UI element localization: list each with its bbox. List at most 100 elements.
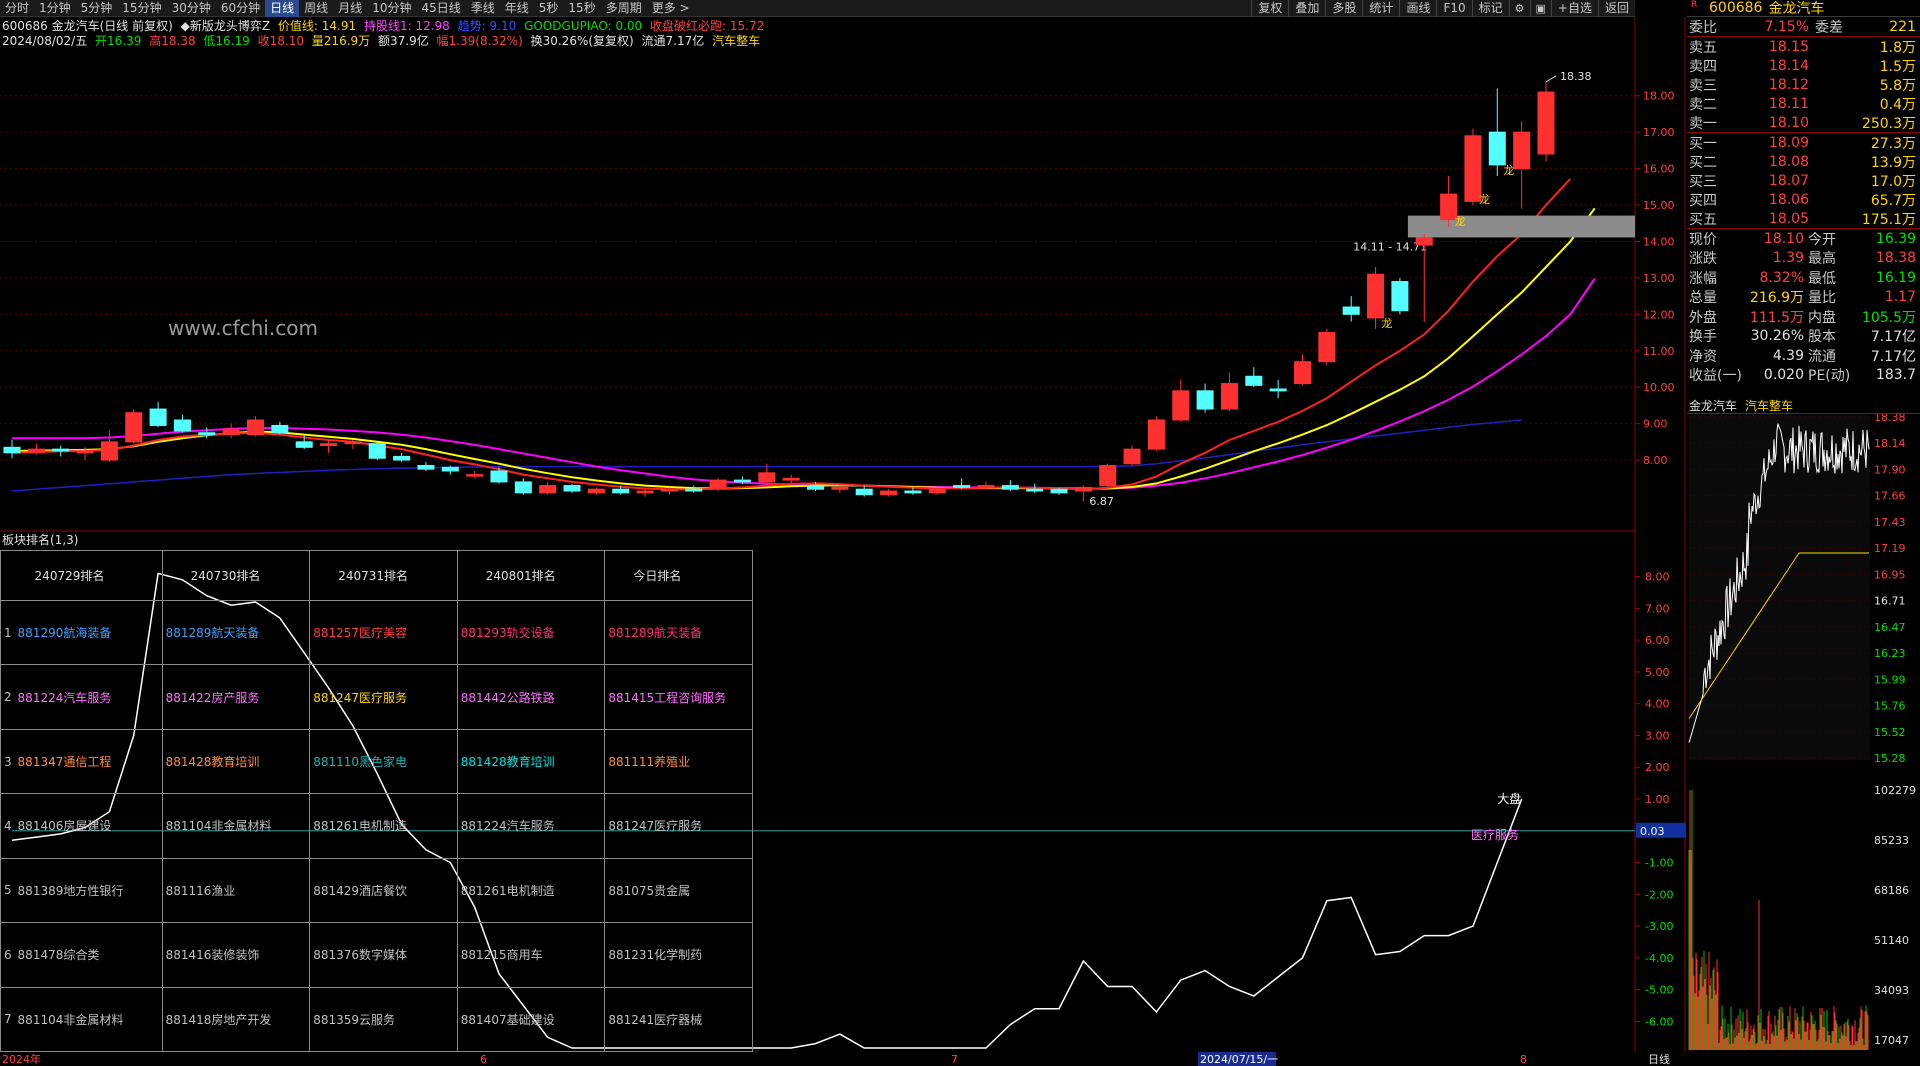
candle[interactable] — [222, 423, 240, 439]
sector-cell[interactable]: 881428教育培训 — [456, 728, 606, 795]
sector-cell[interactable]: 881261电机制造 — [309, 793, 458, 859]
sector-cell[interactable]: 881422房产服务 — [161, 664, 311, 730]
sector-cell[interactable]: 881104非金属材料 — [161, 793, 311, 859]
bid-row[interactable]: 买三 18.07 17.0万 — [1687, 171, 1920, 190]
candle[interactable] — [368, 441, 386, 461]
candle[interactable] — [1099, 463, 1117, 488]
sector-cell[interactable]: 881257医疗美容 — [309, 599, 458, 666]
candle[interactable] — [3, 440, 21, 459]
sector-cell[interactable]: 881359云服务 — [309, 986, 458, 1053]
sector-cell[interactable]: 881075贵金属 — [604, 857, 753, 924]
tool-button[interactable]: 统计 — [1362, 0, 1399, 17]
candle[interactable] — [1318, 328, 1336, 366]
sector-cell[interactable]: 881261电机制造 — [456, 857, 606, 924]
candle[interactable] — [100, 430, 118, 462]
candle[interactable] — [246, 416, 264, 437]
period-tab[interactable]: 15秒 — [563, 0, 600, 17]
period-tab[interactable]: 周线 — [299, 0, 333, 17]
ask-row[interactable]: 卖一 18.10 250.3万 — [1687, 113, 1920, 132]
period-tab[interactable]: 5分钟 — [76, 0, 118, 17]
candle[interactable] — [1513, 121, 1531, 209]
add-watchlist-button[interactable]: +自选 — [1550, 0, 1598, 17]
sector-cell[interactable]: 881215商用车 — [456, 922, 606, 988]
candle[interactable] — [636, 489, 654, 497]
sector-cell[interactable]: 881442公路铁路 — [456, 664, 606, 730]
candle[interactable] — [173, 414, 191, 433]
period-tab[interactable]: 年线 — [500, 0, 534, 17]
sector-cell[interactable]: 881416装修装饰 — [161, 922, 311, 988]
candle[interactable] — [831, 485, 849, 493]
period-tab[interactable]: 10分钟 — [367, 0, 416, 17]
tool-button[interactable]: 叠加 — [1288, 0, 1325, 17]
candle[interactable] — [1172, 379, 1190, 422]
sector-cell[interactable]: 881116渔业 — [161, 857, 311, 924]
period-tab[interactable]: 多周期 — [601, 0, 647, 17]
candle[interactable] — [393, 452, 411, 462]
tool-button[interactable]: 标记 — [1471, 0, 1509, 17]
ask-row[interactable]: 卖四 18.14 1.5万 — [1687, 56, 1920, 75]
mini-sector-name[interactable]: 汽车整车 — [1745, 397, 1793, 413]
tool-button[interactable]: 画线 — [1399, 0, 1436, 17]
candle[interactable] — [1001, 480, 1019, 492]
sector-cell[interactable]: 881418房地产开发 — [161, 986, 311, 1053]
sector-cell[interactable]: 881376数字媒体 — [309, 922, 458, 988]
period-tab[interactable]: 分时 — [0, 0, 34, 17]
sector-cell[interactable]: 881415工程咨询服务 — [604, 664, 753, 730]
sector-cell[interactable]: 881111养殖业 — [604, 728, 753, 795]
sector-cell[interactable]: 881428教育培训 — [161, 728, 311, 795]
candle[interactable] — [417, 461, 435, 471]
gear-icon[interactable]: ⚙ — [1508, 0, 1530, 17]
candle[interactable] — [1123, 445, 1141, 466]
sector-cell[interactable]: 881389地方性银行 — [14, 857, 163, 924]
bid-row[interactable]: 买二 18.08 13.9万 — [1687, 152, 1920, 171]
sector-cell[interactable]: 881104非金属材料 — [14, 986, 163, 1053]
candle[interactable] — [539, 481, 557, 495]
period-tab[interactable]: 日线 — [265, 0, 300, 17]
ask-row[interactable]: 卖五 18.15 1.8万 — [1687, 37, 1920, 56]
period-tab[interactable]: 30分钟 — [167, 0, 216, 17]
candle[interactable] — [1245, 367, 1263, 388]
candle[interactable] — [782, 474, 800, 484]
candle[interactable] — [1391, 277, 1409, 315]
candle[interactable] — [320, 440, 338, 453]
period-tab[interactable]: 5秒 — [534, 0, 564, 17]
sector-cell[interactable]: 881347通信工程 — [14, 728, 163, 795]
sector-cell[interactable]: 881429酒店餐饮 — [309, 857, 458, 924]
candle[interactable] — [709, 478, 727, 492]
sector-cell[interactable]: 881110黑色家电 — [309, 728, 458, 795]
sector-cell[interactable]: 881478综合类 — [14, 922, 163, 988]
candle[interactable] — [514, 478, 532, 495]
period-tab[interactable]: 45日线 — [416, 0, 465, 17]
candle[interactable] — [1342, 296, 1360, 322]
sector-cell[interactable]: 881407基础建设 — [456, 986, 606, 1053]
candle[interactable] — [52, 445, 70, 457]
sector-cell[interactable]: 881241医疗器械 — [604, 986, 753, 1053]
candle[interactable] — [953, 478, 971, 490]
candle[interactable] — [880, 489, 898, 497]
period-tab[interactable]: 60分钟 — [216, 0, 265, 17]
sector-cell[interactable]: 881290航海装备 — [14, 599, 163, 666]
ask-row[interactable]: 卖二 18.11 0.4万 — [1687, 94, 1920, 113]
window-icon[interactable]: ▣ — [1529, 0, 1551, 17]
sector-cell[interactable]: 881289航天装备 — [604, 599, 753, 666]
candle[interactable] — [27, 443, 45, 455]
candle[interactable] — [125, 409, 143, 444]
candle[interactable] — [1196, 383, 1214, 413]
back-button[interactable]: 返回 — [1597, 0, 1635, 17]
tool-button[interactable]: 多股 — [1325, 0, 1362, 17]
period-tab[interactable]: 季线 — [466, 0, 500, 17]
candle[interactable] — [587, 487, 605, 495]
sector-cell[interactable]: 881224汽车服务 — [14, 664, 163, 730]
candle[interactable] — [149, 401, 167, 428]
bid-row[interactable]: 买五 18.05 175.1万 — [1687, 209, 1920, 228]
tool-button[interactable]: 复权 — [1251, 0, 1288, 17]
candle[interactable] — [1269, 379, 1287, 399]
candle[interactable] — [1294, 354, 1312, 386]
candle[interactable] — [344, 440, 362, 450]
candle[interactable] — [1537, 81, 1555, 162]
sector-cell[interactable]: 881293轨交设备 — [456, 599, 606, 666]
period-tab[interactable]: 15分钟 — [117, 0, 166, 17]
candle[interactable] — [1220, 372, 1238, 411]
period-tab[interactable]: 更多 > — [647, 0, 695, 17]
formula-name[interactable]: ◆新版龙头博弈Z — [181, 19, 270, 33]
